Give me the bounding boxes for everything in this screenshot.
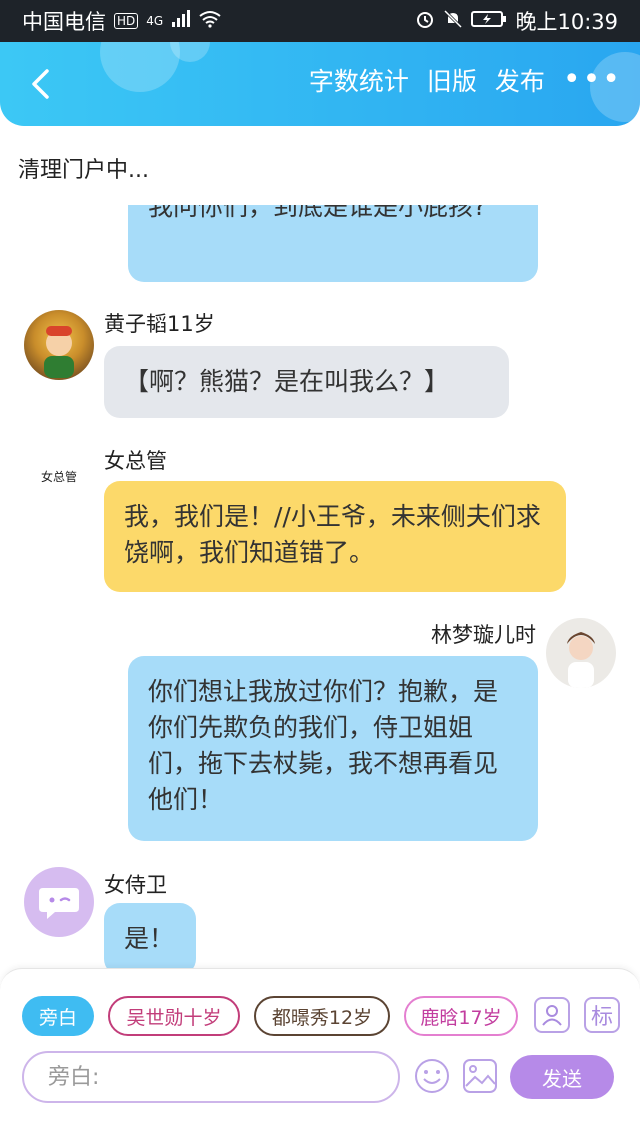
decor-bubble	[100, 42, 180, 92]
character-icon[interactable]	[534, 997, 570, 1033]
role-chip[interactable]: 都暻秀12岁	[254, 996, 390, 1036]
chat-bubble-icon	[39, 888, 79, 919]
emoji-icon[interactable]	[413, 1057, 451, 1095]
avatar[interactable]	[546, 618, 616, 688]
message-text: 是！	[124, 924, 175, 953]
mark-button[interactable]: 标	[584, 997, 620, 1033]
chevron-left-icon	[32, 69, 49, 99]
chat-list[interactable]: 我问你们，到底是谁是小屁孩? 黄子韬11岁 【啊？熊猫？是在叫我么？】 女总管 …	[0, 205, 640, 968]
more-icon[interactable]: •••	[563, 65, 622, 95]
message-input[interactable]	[22, 1051, 400, 1103]
mute-icon	[443, 9, 463, 34]
sender-name: 黄子韬11岁	[104, 312, 215, 336]
carrier-label: 中国电信	[22, 10, 106, 34]
back-button[interactable]	[20, 64, 60, 104]
page-subtitle: 清理门户中...	[18, 158, 149, 183]
top-header: 字数统计 旧版 发布 •••	[0, 42, 640, 126]
wifi-icon	[199, 10, 221, 33]
sender-name: 林梦璇儿时	[431, 623, 536, 647]
sender-name: 女侍卫	[104, 873, 167, 897]
avatar[interactable]: 女总管	[24, 441, 94, 511]
avatar[interactable]	[24, 310, 94, 380]
chat-bubble[interactable]: 【啊？熊猫？是在叫我么？】	[104, 346, 509, 418]
publish-button[interactable]: 发布	[495, 62, 545, 98]
word-count-button[interactable]: 字数统计	[309, 62, 409, 98]
role-chip[interactable]: 吴世勋十岁	[108, 996, 240, 1036]
status-bar: 中国电信 HD 4G 晚上10:39	[0, 0, 640, 42]
battery-icon	[471, 10, 507, 33]
chat-bubble[interactable]: 是！	[104, 903, 196, 968]
alarm-icon	[415, 9, 435, 34]
role-chip[interactable]: 鹿晗17岁	[404, 996, 518, 1036]
chat-bubble[interactable]: 我问你们，到底是谁是小屁孩?	[128, 205, 538, 282]
send-button[interactable]: 发送	[510, 1055, 614, 1099]
hd-badge: HD	[114, 13, 139, 29]
image-icon[interactable]	[461, 1057, 499, 1095]
clock-label: 晚上10:39	[515, 10, 618, 34]
old-version-button[interactable]: 旧版	[427, 62, 477, 98]
message-text: 我问你们，到底是谁是小屁孩?	[148, 205, 487, 221]
chat-bubble[interactable]: 我，我们是！//小王爷，未来侧夫们求饶啊，我们知道错了。	[104, 481, 566, 592]
message-text: 【啊？熊猫？是在叫我么？】	[124, 367, 450, 396]
message-text: 我，我们是！//小王爷，未来侧夫们求饶啊，我们知道错了。	[124, 502, 541, 567]
composer-panel: 旁白 吴世勋十岁 都暻秀12岁 鹿晗17岁 标 发送	[0, 968, 640, 1138]
chat-bubble[interactable]: 你们想让我放过你们？抱歉，是你们先欺负的我们，侍卫姐姐们，拖下去杖毙，我不想再看…	[128, 656, 538, 841]
avatar[interactable]	[24, 867, 94, 937]
network-label: 4G	[146, 14, 164, 28]
role-chip-narration[interactable]: 旁白	[22, 996, 94, 1036]
message-text: 你们想让我放过你们？抱歉，是你们先欺负的我们，侍卫姐姐们，拖下去杖毙，我不想再看…	[148, 677, 499, 814]
avatar-label: 女总管	[40, 469, 77, 484]
signal-icon	[171, 9, 191, 33]
sender-name: 女总管	[104, 449, 167, 473]
